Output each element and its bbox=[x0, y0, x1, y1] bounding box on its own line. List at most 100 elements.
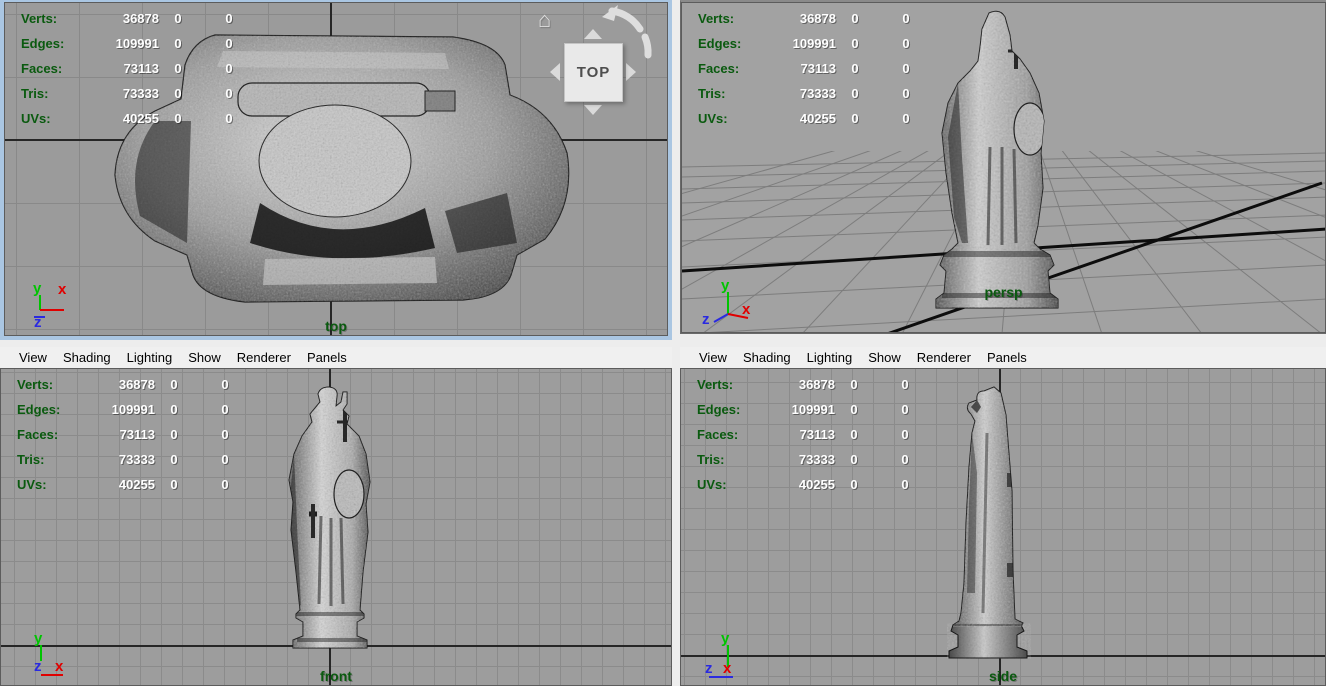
hud-stat-col3: 0 bbox=[221, 452, 229, 467]
hud-stat-col2: 0 bbox=[174, 86, 182, 101]
hud-stat-total: 40255 bbox=[799, 111, 836, 126]
hud-stat-col2: 0 bbox=[174, 11, 182, 26]
menu-item-lighting[interactable]: Lighting bbox=[127, 350, 173, 365]
viewcube-arrow-left-icon[interactable] bbox=[550, 63, 560, 81]
viewport-name-label: front bbox=[320, 668, 352, 684]
viewcube-face-button[interactable]: TOP bbox=[564, 43, 623, 102]
viewport-front[interactable]: View Shading Lighting Show Renderer Panels Ve… bbox=[0, 347, 672, 686]
svg-text:y: y bbox=[33, 280, 42, 297]
hud-stat-total: 109991 bbox=[791, 402, 835, 417]
hud-stat-col2: 0 bbox=[850, 377, 858, 392]
menu-item-view[interactable]: View bbox=[19, 350, 47, 365]
viewport-menu-bar: View Shading Lighting Show Renderer Panels bbox=[0, 347, 672, 368]
menu-item-shading[interactable]: Shading bbox=[63, 350, 111, 365]
hud-stat-row: Faces: 73113 0 0 bbox=[697, 422, 937, 447]
hud-stat-row: Tris: 73333 0 0 bbox=[21, 81, 261, 106]
heads-up-display: Verts: 36878 0 0 Edges: 109991 0 0 Faces: 73113 0 0… bbox=[21, 6, 261, 131]
statue-model-front-view[interactable] bbox=[285, 386, 377, 654]
statue-model-side-view[interactable] bbox=[947, 383, 1031, 659]
hud-stat-total: 73333 bbox=[798, 452, 835, 467]
hud-stat-label: Tris: bbox=[21, 86, 49, 101]
hud-stat-col2: 0 bbox=[850, 477, 858, 492]
viewport-name-label: top bbox=[325, 318, 347, 334]
hud-stat-col2: 0 bbox=[851, 61, 859, 76]
hud-stat-row: Tris: 73333 0 0 bbox=[698, 81, 938, 106]
hud-stat-row: Edges: 109991 0 0 bbox=[697, 397, 937, 422]
viewport-persp[interactable]: Verts: 36878 0 0 Edges: 109991 0 0 Faces: 73113 0 0… bbox=[680, 0, 1326, 334]
hud-stat-label: Edges: bbox=[17, 402, 61, 417]
hud-stat-col3: 0 bbox=[221, 377, 229, 392]
hud-stat-col2: 0 bbox=[851, 11, 859, 26]
viewport-front-canvas[interactable]: Verts: 36878 0 0 Edges: 109991 0 0 Faces: 73113 0 0… bbox=[0, 368, 672, 686]
hud-stat-total: 109991 bbox=[111, 402, 155, 417]
menu-item-lighting[interactable]: Lighting bbox=[807, 350, 853, 365]
viewport-side[interactable]: View Shading Lighting Show Renderer Panels Ve… bbox=[680, 347, 1326, 686]
hud-stat-row: Edges: 109991 0 0 bbox=[698, 31, 938, 56]
menu-item-shading[interactable]: Shading bbox=[743, 350, 791, 365]
hud-stat-total: 73113 bbox=[800, 61, 836, 76]
hud-stat-label: Verts: bbox=[17, 377, 54, 392]
hud-stat-col3: 0 bbox=[225, 111, 233, 126]
viewcube-arrow-down-icon[interactable] bbox=[584, 105, 602, 115]
hud-stat-label: Tris: bbox=[17, 452, 45, 467]
heads-up-display: Verts: 36878 0 0 Edges: 109991 0 0 Faces: 73113 0 0… bbox=[17, 372, 257, 497]
hud-stat-label: UVs: bbox=[697, 477, 727, 492]
hud-stat-col3: 0 bbox=[225, 86, 233, 101]
hud-stat-label: Verts: bbox=[698, 11, 735, 26]
viewcube-arrow-right-icon[interactable] bbox=[626, 63, 636, 81]
hud-stat-col2: 0 bbox=[174, 111, 182, 126]
hud-stat-total: 73113 bbox=[123, 61, 159, 76]
menu-item-view[interactable]: View bbox=[699, 350, 727, 365]
hud-stat-row: Faces: 73113 0 0 bbox=[17, 422, 257, 447]
svg-text:y: y bbox=[721, 630, 730, 647]
hud-stat-row: UVs: 40255 0 0 bbox=[698, 106, 938, 131]
hud-stat-label: Tris: bbox=[697, 452, 725, 467]
hud-stat-total: 36878 bbox=[798, 377, 835, 392]
hud-stat-col2: 0 bbox=[851, 36, 859, 51]
hud-stat-total: 109991 bbox=[792, 36, 836, 51]
hud-stat-row: UVs: 40255 0 0 bbox=[21, 106, 261, 131]
hud-stat-col3: 0 bbox=[901, 377, 909, 392]
hud-stat-total: 36878 bbox=[118, 377, 155, 392]
hud-stat-row: UVs: 40255 0 0 bbox=[697, 472, 937, 497]
hud-stat-col3: 0 bbox=[221, 477, 229, 492]
hud-stat-col2: 0 bbox=[170, 477, 178, 492]
menu-item-show[interactable]: Show bbox=[868, 350, 901, 365]
viewport-top[interactable]: Verts: 36878 0 0 Edges: 109991 0 0 Faces: 73113 0 0… bbox=[0, 0, 672, 340]
hud-stat-col3: 0 bbox=[901, 477, 909, 492]
hud-stat-label: UVs: bbox=[17, 477, 47, 492]
heads-up-display: Verts: 36878 0 0 Edges: 109991 0 0 Faces: 73113 0 0… bbox=[698, 6, 938, 131]
hud-stat-label: UVs: bbox=[698, 111, 728, 126]
hud-stat-total: 36878 bbox=[799, 11, 836, 26]
hud-stat-total: 73333 bbox=[122, 86, 159, 101]
hud-stat-label: Edges: bbox=[697, 402, 741, 417]
hud-stat-total: 36878 bbox=[122, 11, 159, 26]
hud-stat-total: 73113 bbox=[119, 427, 155, 442]
menu-item-renderer[interactable]: Renderer bbox=[917, 350, 971, 365]
hud-stat-col2: 0 bbox=[174, 36, 182, 51]
viewport-top-canvas[interactable]: Verts: 36878 0 0 Edges: 109991 0 0 Faces: 73113 0 0… bbox=[4, 2, 668, 336]
viewport-persp-canvas[interactable]: Verts: 36878 0 0 Edges: 109991 0 0 Faces: 73113 0 0… bbox=[681, 2, 1326, 333]
viewport-side-canvas[interactable]: Verts: 36878 0 0 Edges: 109991 0 0 Faces: 73113 0 0… bbox=[680, 368, 1326, 686]
menu-item-renderer[interactable]: Renderer bbox=[237, 350, 291, 365]
hud-stat-total: 73113 bbox=[799, 427, 835, 442]
hud-stat-label: Verts: bbox=[697, 377, 734, 392]
menu-item-panels[interactable]: Panels bbox=[307, 350, 347, 365]
menu-item-show[interactable]: Show bbox=[188, 350, 221, 365]
hud-stat-total: 73333 bbox=[799, 86, 836, 101]
hud-stat-label: Tris: bbox=[698, 86, 726, 101]
svg-text:z: z bbox=[702, 311, 710, 328]
home-icon[interactable]: ⌂ bbox=[538, 7, 551, 33]
hud-stat-total: 40255 bbox=[118, 477, 155, 492]
statue-model-persp-view[interactable] bbox=[932, 7, 1067, 309]
hud-stat-total: 40255 bbox=[122, 111, 159, 126]
hud-stat-label: Verts: bbox=[21, 11, 58, 26]
hud-stat-row: UVs: 40255 0 0 bbox=[17, 472, 257, 497]
hud-stat-col3: 0 bbox=[901, 402, 909, 417]
hud-stat-col3: 0 bbox=[225, 36, 233, 51]
menu-item-panels[interactable]: Panels bbox=[987, 350, 1027, 365]
hud-stat-row: Tris: 73333 0 0 bbox=[697, 447, 937, 472]
hud-stat-total: 109991 bbox=[115, 36, 159, 51]
svg-text:y: y bbox=[34, 630, 43, 647]
hud-stat-col2: 0 bbox=[851, 111, 859, 126]
